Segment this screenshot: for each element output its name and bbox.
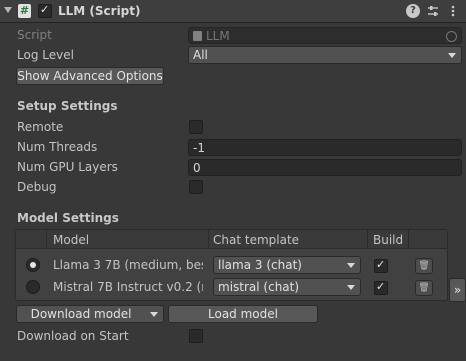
column-divider: [46, 230, 47, 248]
model-select-radio[interactable]: [26, 258, 40, 272]
script-icon: #: [18, 4, 31, 18]
script-label: Script: [17, 28, 52, 42]
remote-label: Remote: [17, 120, 64, 134]
setup-settings-heading: Setup Settings: [17, 99, 118, 113]
chevron-down-icon: [150, 312, 158, 317]
log-level-label: Log Level: [17, 48, 74, 62]
trash-icon[interactable]: 🗑: [415, 258, 433, 274]
num-gpu-layers-input[interactable]: 0: [188, 159, 462, 176]
chevron-down-icon: [347, 263, 355, 268]
chevron-down-icon: [448, 53, 456, 58]
debug-label: Debug: [17, 180, 57, 194]
column-header-model: Model: [53, 233, 90, 247]
chat-template-dropdown[interactable]: llama 3 (chat): [213, 256, 361, 274]
column-divider: [367, 230, 368, 248]
num-gpu-layers-value: 0: [193, 161, 201, 175]
script-value: LLM: [206, 29, 230, 43]
show-advanced-options-button[interactable]: Show Advanced Options: [16, 67, 164, 85]
num-threads-label: Num Threads: [17, 140, 98, 154]
remote-checkbox[interactable]: [189, 120, 203, 134]
num-gpu-layers-label: Num GPU Layers: [17, 160, 118, 174]
column-divider: [208, 230, 209, 248]
trash-icon[interactable]: 🗑: [415, 280, 433, 296]
log-level-dropdown[interactable]: All: [188, 46, 462, 64]
foldout-arrow-icon[interactable]: [4, 7, 12, 13]
object-picker-icon[interactable]: [446, 31, 457, 42]
column-divider: [408, 230, 409, 248]
table-row: Mistral 7B Instruct v0.2 (me mistral (ch…: [16, 278, 447, 298]
chat-template-dropdown[interactable]: mistral (chat): [213, 278, 361, 296]
download-on-start-label: Download on Start: [17, 329, 129, 343]
model-table-header: Model Chat template Build: [16, 230, 447, 249]
model-name: Llama 3 7B (medium, best o: [53, 258, 203, 272]
chevron-down-icon: [347, 285, 355, 290]
kebab-menu-icon[interactable]: [446, 4, 460, 18]
num-threads-value: -1: [193, 141, 205, 155]
component-enabled-checkbox[interactable]: [38, 3, 52, 18]
column-header-build: Build: [373, 233, 404, 247]
num-threads-input[interactable]: -1: [188, 139, 462, 156]
expand-panel-button[interactable]: »: [449, 278, 466, 302]
table-row: Llama 3 7B (medium, best o llama 3 (chat…: [16, 256, 447, 276]
model-settings-heading: Model Settings: [17, 211, 119, 225]
script-field: LLM: [188, 27, 462, 44]
download-model-dropdown[interactable]: Download model: [16, 305, 164, 323]
component-header: # LLM (Script) ?: [0, 0, 466, 23]
model-table: Model Chat template Build Llama 3 7B (me…: [15, 229, 448, 301]
model-name: Mistral 7B Instruct v0.2 (me: [53, 280, 203, 294]
help-icon[interactable]: ?: [406, 4, 420, 18]
debug-checkbox[interactable]: [189, 180, 203, 194]
build-checkbox[interactable]: [374, 258, 388, 273]
presets-icon[interactable]: [426, 4, 440, 18]
download-model-label: Download model: [30, 307, 132, 321]
script-file-icon: [193, 31, 202, 41]
log-level-value: All: [193, 48, 208, 62]
component-title: LLM (Script): [58, 4, 141, 18]
model-select-radio[interactable]: [26, 280, 40, 294]
column-header-chat-template: Chat template: [213, 233, 300, 247]
download-on-start-checkbox[interactable]: [189, 329, 203, 343]
load-model-button[interactable]: Load model: [168, 305, 318, 323]
chat-template-value: llama 3 (chat): [218, 258, 302, 272]
chat-template-value: mistral (chat): [218, 280, 300, 294]
build-checkbox[interactable]: [374, 280, 388, 295]
